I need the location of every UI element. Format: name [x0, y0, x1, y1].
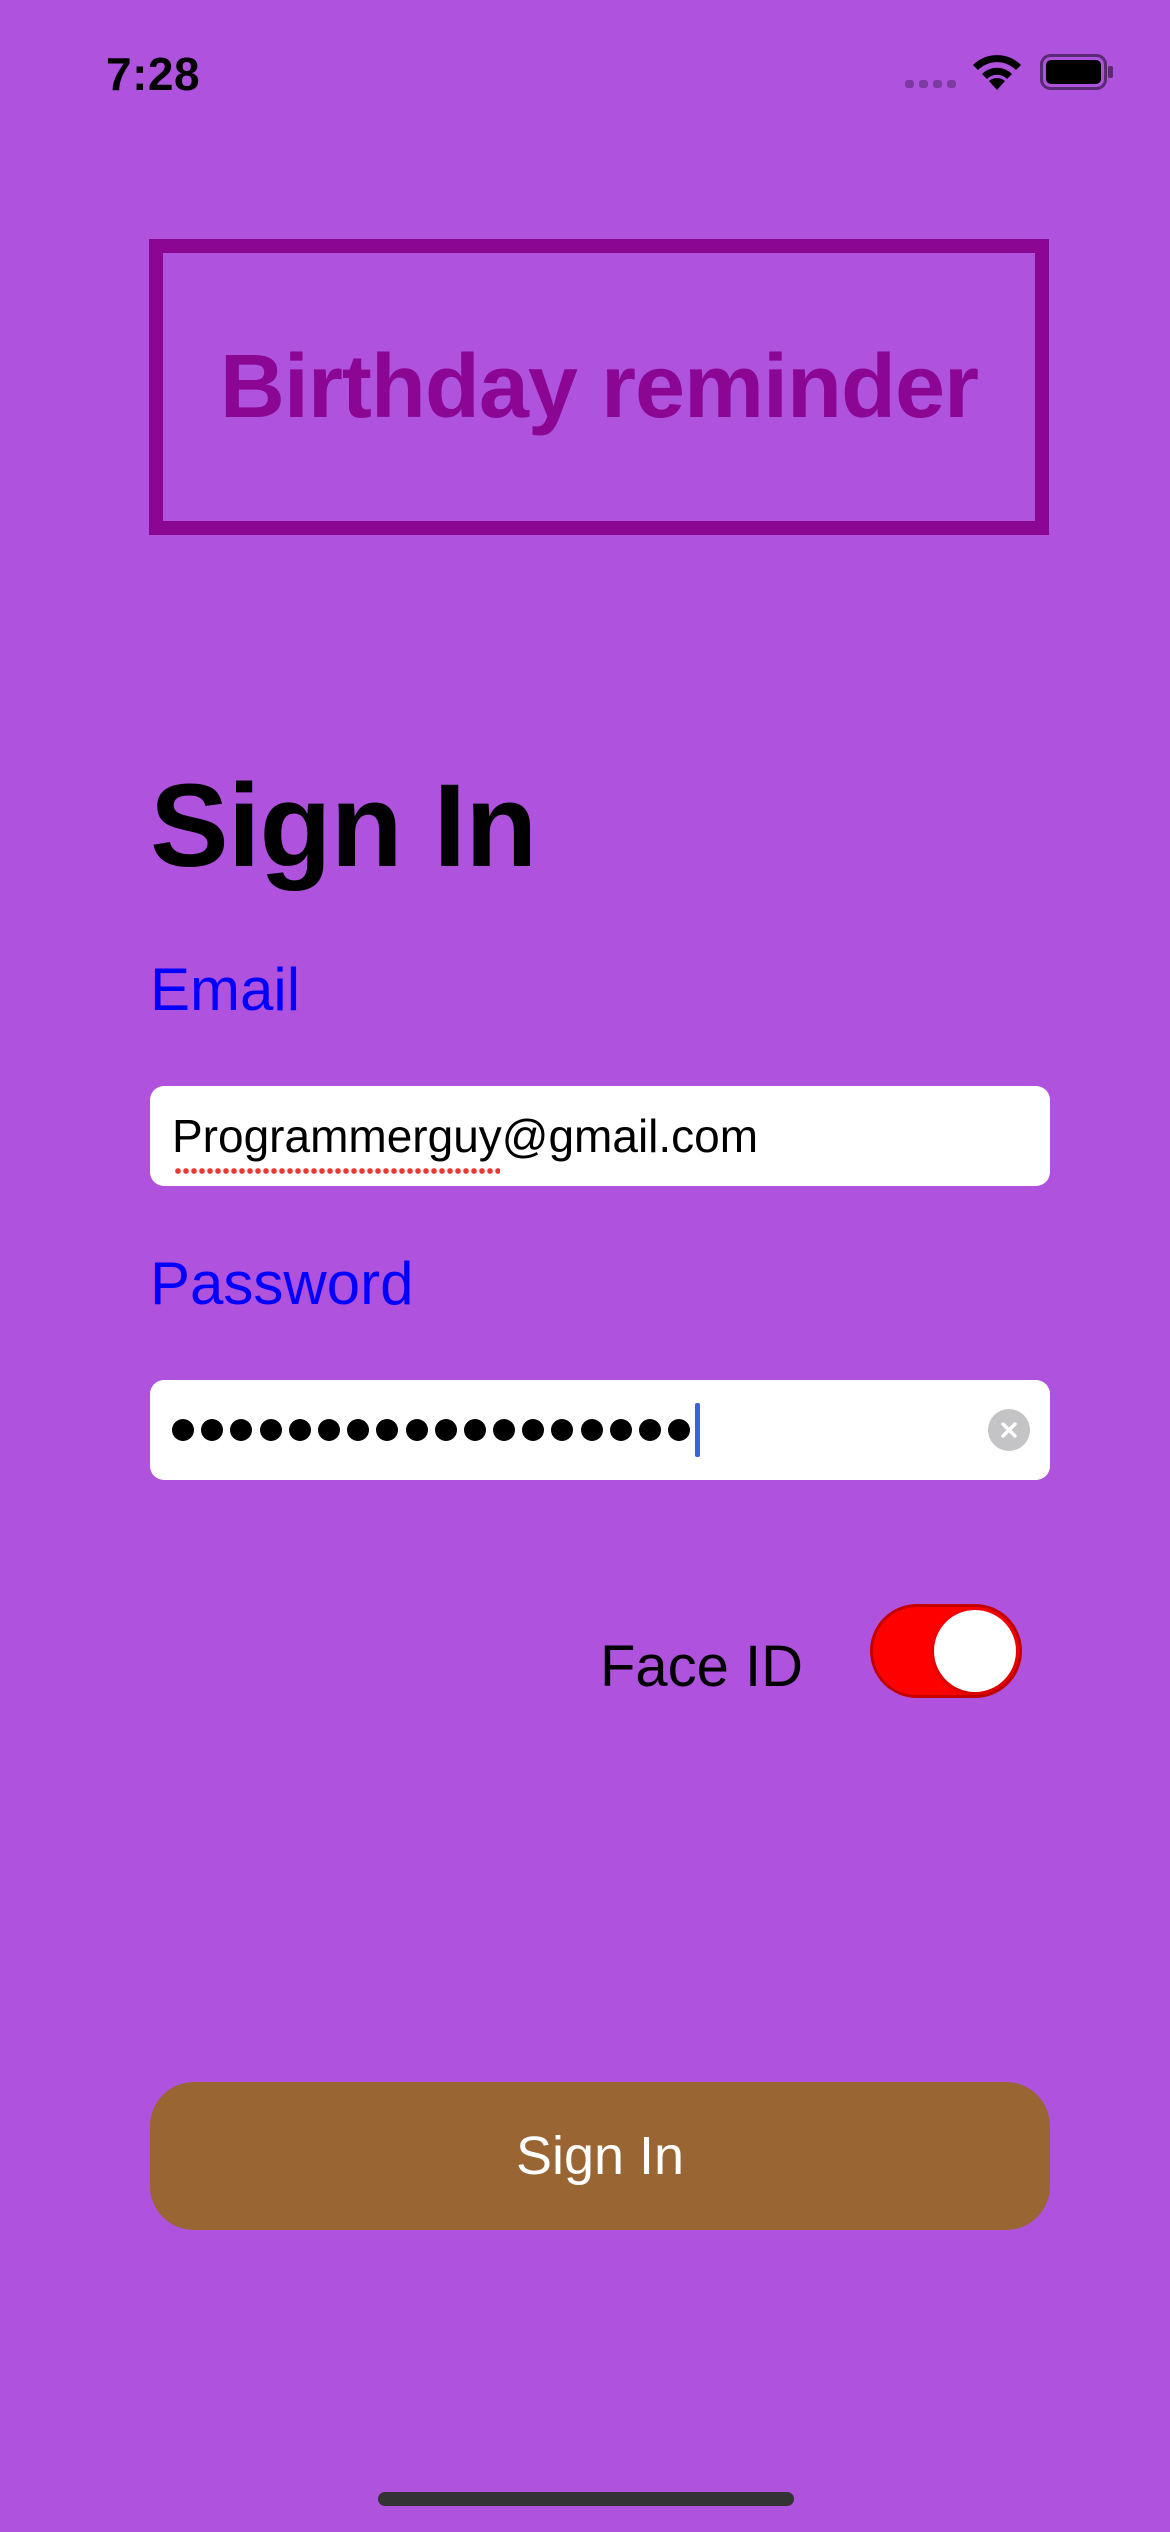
home-indicator [378, 2492, 794, 2506]
password-dot [493, 1419, 516, 1441]
password-dot [434, 1419, 457, 1441]
signal-icon [905, 80, 956, 88]
password-dot [463, 1419, 486, 1441]
password-dot [405, 1419, 428, 1441]
password-dot [551, 1419, 574, 1441]
email-field[interactable]: Programmerguy@gmail.com [150, 1086, 1050, 1186]
email-value: Programmerguy@gmail.com [172, 1109, 758, 1175]
password-dot [259, 1419, 282, 1441]
password-dot [668, 1419, 691, 1441]
password-dot [522, 1419, 545, 1441]
password-dot [376, 1419, 399, 1441]
face-id-label: Face ID [600, 1634, 804, 1699]
battery-icon [1040, 54, 1113, 90]
password-dot [639, 1419, 661, 1441]
text-caret [695, 1403, 701, 1457]
toggle-knob [934, 1610, 1016, 1692]
password-label: Password [150, 1250, 414, 1317]
status-time: 7:28 [106, 48, 201, 100]
sign-in-button[interactable]: Sign In [150, 2082, 1050, 2230]
page-title: Sign In [150, 760, 537, 892]
password-dot [347, 1419, 370, 1441]
spellcheck-underline [174, 1167, 500, 1175]
password-dot [288, 1419, 311, 1441]
password-dot [317, 1419, 340, 1441]
password-dot [580, 1419, 603, 1441]
clear-icon[interactable] [988, 1409, 1030, 1451]
face-id-toggle[interactable] [870, 1604, 1022, 1698]
app-title-box: Birthday reminder [149, 239, 1049, 535]
password-dot [609, 1419, 632, 1441]
wifi-icon [973, 55, 1021, 90]
password-dot [230, 1419, 253, 1441]
password-masked-value [172, 1403, 701, 1457]
app-title: Birthday reminder [219, 336, 979, 437]
password-dot [201, 1419, 224, 1441]
email-label: Email [150, 956, 301, 1023]
password-dot [172, 1419, 194, 1441]
password-field[interactable] [150, 1380, 1050, 1480]
